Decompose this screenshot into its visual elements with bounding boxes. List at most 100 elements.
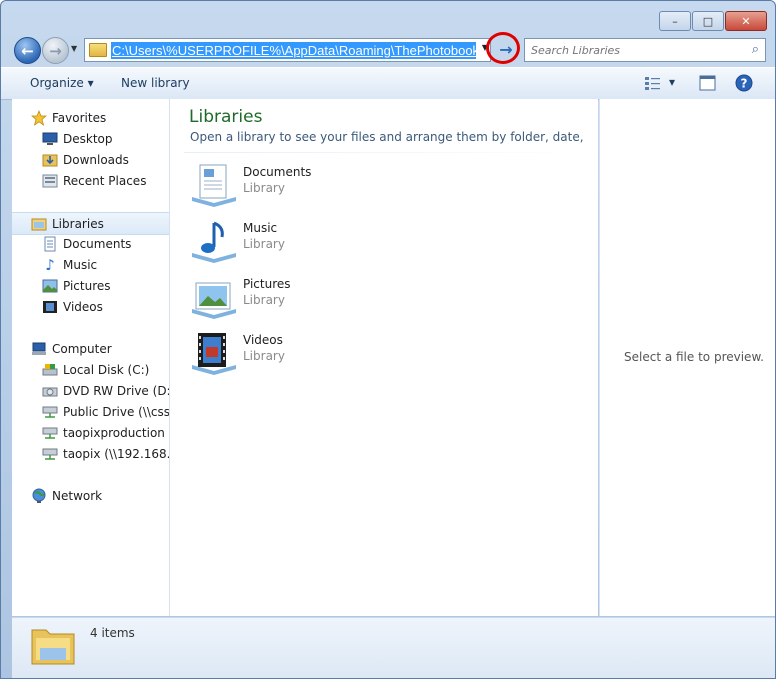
videos-icon <box>42 299 58 315</box>
close-button[interactable]: ✕ <box>725 11 767 31</box>
new-library-button[interactable]: New library <box>121 76 190 90</box>
downloads-folder-icon <box>42 152 58 168</box>
nav-item-label: Music <box>63 257 98 272</box>
documents-icon <box>42 236 58 252</box>
forward-button[interactable]: → <box>42 37 69 64</box>
header-divider <box>184 152 589 153</box>
desktop-icon <box>42 131 58 147</box>
nav-item-label: Videos <box>63 299 103 314</box>
music-note-icon: ♪ <box>45 255 55 274</box>
nav-item-label: taopix (\\192.168.0.7 <box>63 446 169 461</box>
preview-pane-icon[interactable] <box>699 75 716 94</box>
documents-library-icon <box>190 163 238 207</box>
nav-item-taopix[interactable]: taopix (\\192.168.0.7 <box>42 443 169 464</box>
network-drive-icon <box>42 425 58 441</box>
command-bar: Organize ▾ New library ▾ ? <box>1 67 775 100</box>
minimize-button[interactable]: – <box>659 11 691 31</box>
view-dropdown-icon[interactable]: ▾ <box>669 75 675 89</box>
recent-pages-dropdown[interactable]: ▼ <box>71 44 77 53</box>
nav-libraries[interactable]: Libraries <box>12 212 169 235</box>
library-type: Library <box>243 237 285 251</box>
videos-library-icon <box>190 331 238 375</box>
network-drive-icon <box>42 446 58 462</box>
preview-pane: Select a file to preview. <box>599 99 775 616</box>
nav-network-label: Network <box>52 488 103 503</box>
library-item-pictures[interactable]: Pictures Library <box>190 271 490 323</box>
nav-item-documents[interactable]: Documents <box>42 233 131 254</box>
network-drive-icon <box>42 404 58 420</box>
nav-item-recent-places[interactable]: Recent Places <box>42 170 146 191</box>
library-name: Music <box>243 221 278 235</box>
preview-placeholder: Select a file to preview. <box>624 350 764 364</box>
library-name: Pictures <box>243 277 291 291</box>
library-name: Documents <box>243 165 312 179</box>
music-library-icon <box>190 219 238 263</box>
nav-favorites[interactable]: Favorites <box>31 107 106 128</box>
address-bar[interactable]: C:\Users\%USERPROFILE%\AppData\Roaming\T… <box>84 38 491 62</box>
search-box[interactable]: ⌕ <box>524 38 766 62</box>
item-count: 4 items <box>90 626 135 640</box>
caption-buttons: – □ ✕ <box>659 11 767 31</box>
library-type: Library <box>243 181 285 195</box>
nav-item-label: Desktop <box>63 131 113 146</box>
content-pane: Libraries Open a library to see your fil… <box>170 99 598 616</box>
folder-icon <box>89 43 107 57</box>
nav-item-desktop[interactable]: Desktop <box>42 128 113 149</box>
star-icon <box>31 109 47 126</box>
computer-icon <box>31 341 47 357</box>
back-button[interactable]: ← <box>14 37 41 64</box>
navigation-pane: Favorites Desktop Downloads Recent Place… <box>12 99 170 616</box>
nav-item-taopixproduction[interactable]: taopixproduction (\\ <box>42 422 170 443</box>
nav-libraries-label: Libraries <box>52 216 104 231</box>
page-subtitle: Open a library to see your files and arr… <box>190 130 585 144</box>
nav-item-pictures[interactable]: Pictures <box>42 275 111 296</box>
libraries-icon <box>31 216 47 232</box>
recent-places-icon <box>42 173 58 189</box>
help-button[interactable]: ? <box>735 74 753 95</box>
nav-item-label: Downloads <box>63 152 129 167</box>
nav-item-music[interactable]: ♪ Music <box>42 254 97 275</box>
details-pane: 4 items <box>12 617 775 678</box>
nav-favorites-label: Favorites <box>52 110 107 125</box>
organize-button[interactable]: Organize ▾ <box>30 76 94 90</box>
nav-item-label: Recent Places <box>63 173 147 188</box>
library-item-documents[interactable]: Documents Library <box>190 159 490 211</box>
network-globe-icon <box>31 488 47 504</box>
library-item-videos[interactable]: Videos Library <box>190 327 490 379</box>
pictures-icon <box>42 278 58 294</box>
local-disk-icon <box>42 362 58 378</box>
nav-item-videos[interactable]: Videos <box>42 296 103 317</box>
nav-item-label: Pictures <box>63 278 111 293</box>
page-title: Libraries <box>189 107 263 127</box>
search-input[interactable] <box>525 42 743 58</box>
address-row: ← → ▼ C:\Users\%USERPROFILE%\AppData\Roa… <box>11 32 767 65</box>
library-type: Library <box>243 293 285 307</box>
forward-arrow-icon: → <box>49 41 62 60</box>
view-options-icon[interactable] <box>644 75 662 94</box>
maximize-button[interactable]: □ <box>692 11 724 31</box>
dvd-drive-icon <box>42 383 58 399</box>
address-path[interactable]: C:\Users\%USERPROFILE%\AppData\Roaming\T… <box>111 41 476 59</box>
nav-item-local-disk[interactable]: Local Disk (C:) <box>42 359 149 380</box>
nav-item-label: DVD RW Drive (D:) C <box>63 383 169 398</box>
library-item-music[interactable]: Music Library <box>190 215 490 267</box>
libraries-folder-icon <box>30 622 76 671</box>
nav-computer-label: Computer <box>52 341 112 356</box>
nav-item-label: Documents <box>63 236 132 251</box>
nav-item-public-drive[interactable]: Public Drive (\\css-s <box>42 401 170 422</box>
svg-text:?: ? <box>741 77 748 91</box>
nav-computer[interactable]: Computer <box>31 338 112 359</box>
back-arrow-icon: ← <box>21 41 34 60</box>
nav-item-label: taopixproduction (\\ <box>63 425 170 440</box>
search-icon[interactable]: ⌕ <box>752 42 759 57</box>
nav-item-downloads[interactable]: Downloads <box>42 149 129 170</box>
explorer-window: – □ ✕ ← → ▼ C:\Users\%USERPROFILE%\AppDa… <box>0 0 776 679</box>
red-circle-annotation <box>486 32 520 64</box>
nav-item-label: Public Drive (\\css-s <box>63 404 170 419</box>
nav-item-dvd-drive[interactable]: DVD RW Drive (D:) C <box>42 380 169 401</box>
nav-network[interactable]: Network <box>31 485 102 506</box>
pictures-library-icon <box>190 275 238 319</box>
library-type: Library <box>243 349 285 363</box>
library-name: Videos <box>243 333 283 347</box>
nav-item-label: Local Disk (C:) <box>63 362 150 377</box>
